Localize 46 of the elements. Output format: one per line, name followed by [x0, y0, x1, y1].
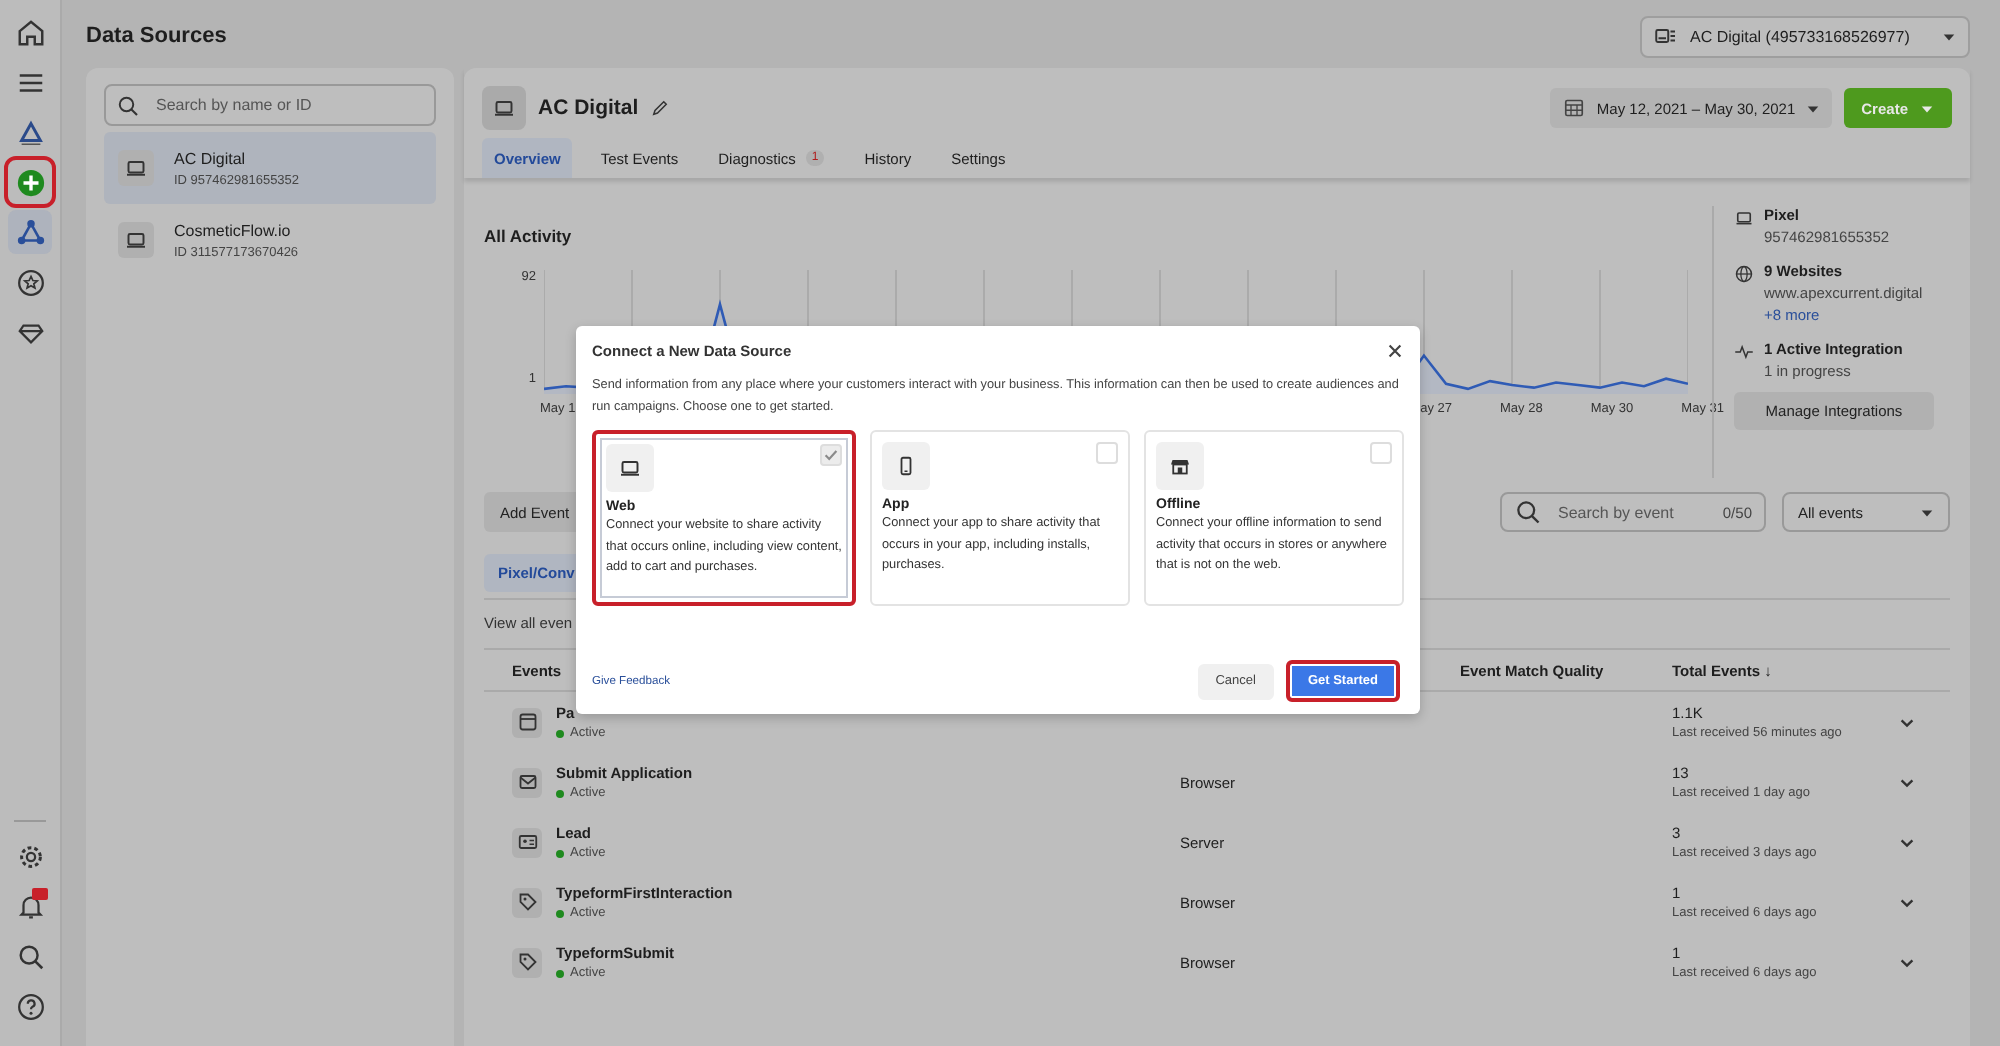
tag-icon — [515, 950, 539, 974]
caret-icon — [1920, 505, 1934, 519]
event-search-field[interactable]: Search by event — [1554, 501, 1711, 523]
settings-icon[interactable] — [15, 841, 45, 871]
caret-icon — [1805, 101, 1820, 115]
triangle-logo-icon[interactable] — [15, 117, 45, 147]
help-icon[interactable] — [15, 991, 45, 1021]
source-name: AC Digital — [174, 149, 248, 167]
search-icon[interactable] — [15, 941, 45, 971]
search-icon — [116, 93, 140, 117]
checkbox[interactable] — [820, 444, 842, 466]
computer-icon — [492, 96, 516, 120]
computer-icon — [1734, 208, 1754, 228]
computer-icon — [124, 156, 148, 180]
calendar-icon — [1562, 96, 1587, 120]
search-icon — [1514, 498, 1542, 526]
pencil-icon[interactable] — [650, 98, 671, 118]
section-title: All Activity — [484, 226, 574, 246]
caret-icon — [1920, 101, 1934, 115]
tag-icon — [515, 890, 539, 914]
account-selector[interactable]: AC Digital (495733168526977) — [1640, 15, 1970, 57]
search-field[interactable]: Search by name or ID — [152, 94, 424, 116]
star-badge-icon[interactable] — [15, 267, 45, 297]
source-name: CosmeticFlow.io — [174, 221, 293, 239]
computer-icon — [618, 456, 642, 480]
bell-icon[interactable] — [15, 891, 45, 921]
pulse-icon — [1734, 342, 1754, 362]
source-title: AC Digital — [538, 96, 639, 120]
home-icon[interactable] — [15, 17, 45, 47]
caret-icon — [1942, 29, 1956, 43]
nav-item[interactable] — [8, 210, 52, 254]
account-icon — [1654, 24, 1678, 48]
checkbox[interactable] — [1370, 442, 1392, 464]
id-card-icon — [515, 830, 539, 854]
network-icon[interactable] — [15, 217, 45, 247]
checkbox[interactable] — [1096, 442, 1118, 464]
envelope-icon — [515, 770, 539, 794]
search-field[interactable]: Search by name or ID — [104, 84, 436, 126]
page-title: Data Sources — [86, 24, 229, 48]
nav-item[interactable] — [8, 160, 52, 204]
store-icon — [1168, 454, 1192, 478]
close-icon[interactable] — [1386, 342, 1404, 360]
browser-window-icon — [515, 710, 539, 734]
computer-icon — [124, 228, 148, 252]
add-icon[interactable] — [15, 167, 45, 197]
globe-icon — [1734, 264, 1754, 284]
